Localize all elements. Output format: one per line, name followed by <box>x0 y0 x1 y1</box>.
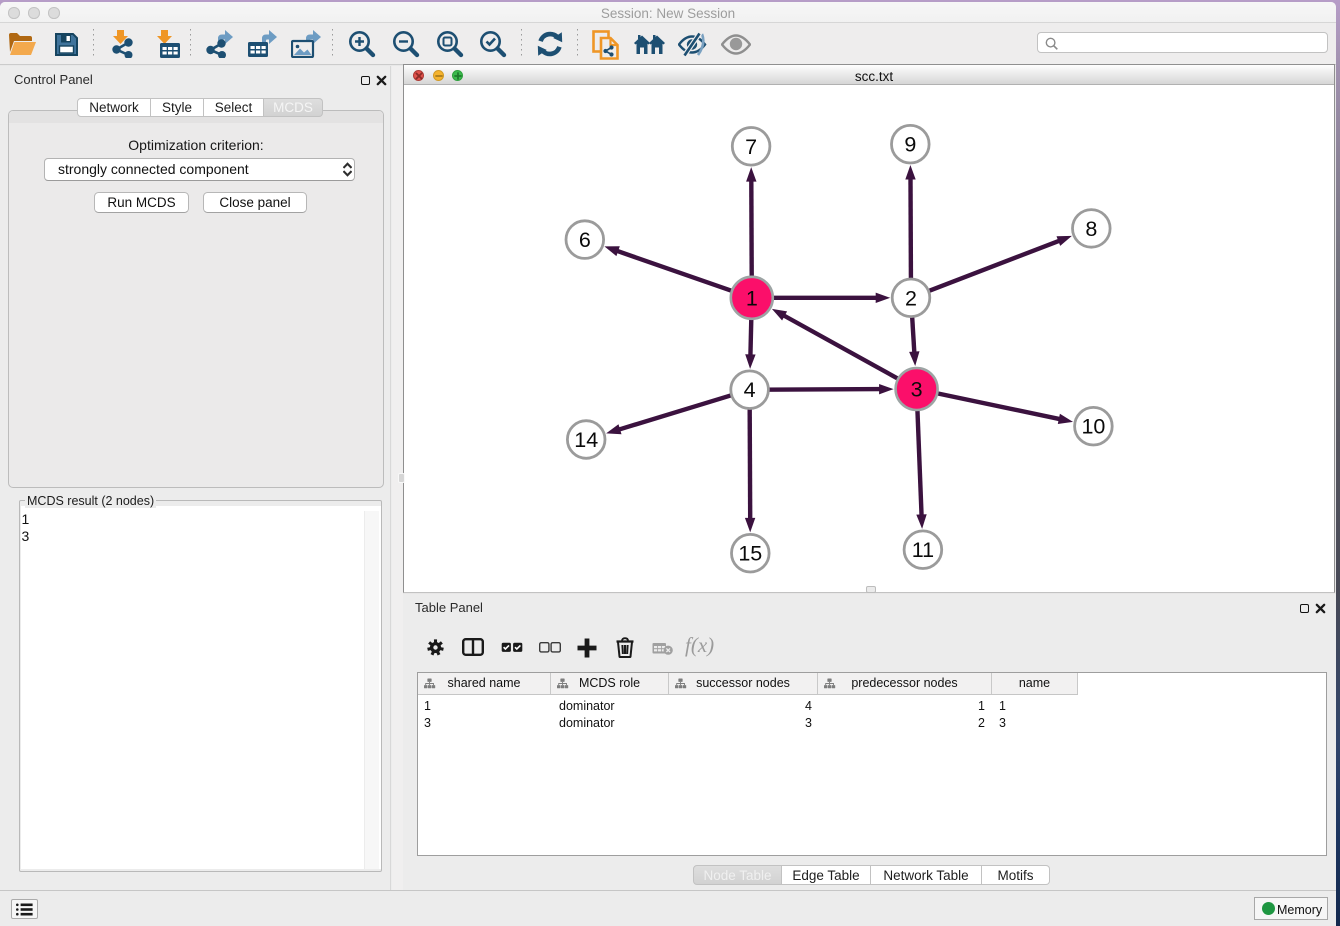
svg-text:10: 10 <box>1081 415 1105 439</box>
svg-text:4: 4 <box>744 378 756 402</box>
svg-text:3: 3 <box>911 378 923 402</box>
svg-text:6: 6 <box>579 228 591 252</box>
svg-text:2: 2 <box>905 286 917 310</box>
svg-text:15: 15 <box>738 542 762 566</box>
svg-text:1: 1 <box>746 286 758 310</box>
svg-text:9: 9 <box>904 133 916 157</box>
svg-text:7: 7 <box>745 135 757 159</box>
svg-text:8: 8 <box>1085 217 1097 241</box>
svg-text:11: 11 <box>912 538 934 562</box>
svg-text:14: 14 <box>574 428 598 452</box>
